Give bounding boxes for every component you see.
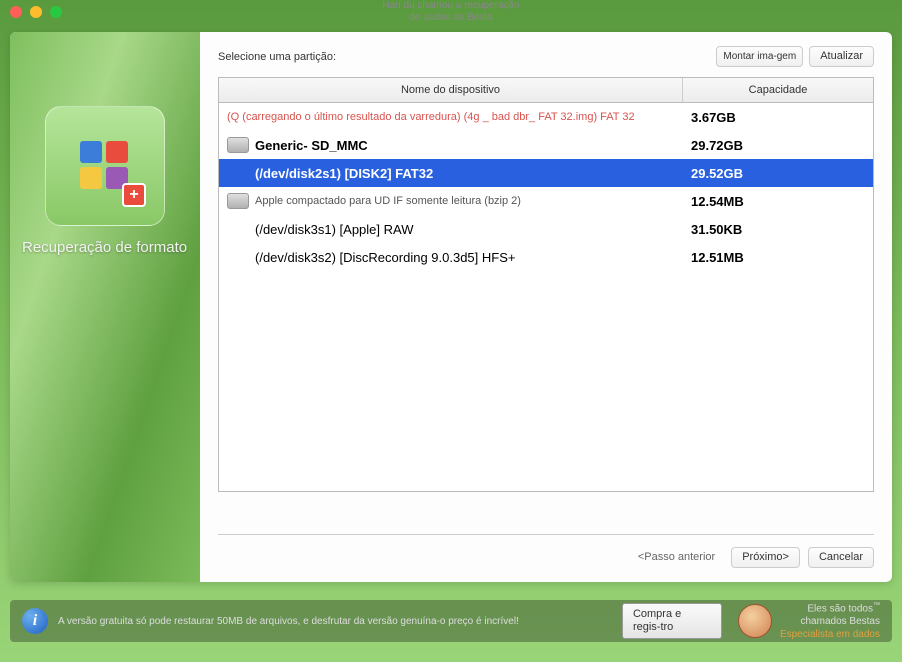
sidebar-title: Recuperação de formato <box>22 238 188 258</box>
table-header: Nome do dispositivo Capacidade <box>219 78 873 103</box>
col-device-name[interactable]: Nome do dispositivo <box>219 78 683 102</box>
disk-icon <box>227 137 249 153</box>
next-button[interactable]: Próximo> <box>731 547 800 568</box>
footer-message: A versão gratuita só pode restaurar 50MB… <box>58 616 622 627</box>
table-body: (Q (carregando o último resultado da var… <box>219 103 873 491</box>
window-title: Han du chamou a recuperação de dados da … <box>382 0 519 24</box>
brand-text: Eles são todos™ chamados Bestas Especial… <box>780 601 880 641</box>
footer-bar: i A versão gratuita só pode restaurar 50… <box>10 600 892 642</box>
mascot-icon <box>738 604 772 638</box>
table-row[interactable]: (/dev/disk3s1) [Apple] RAW 31.50KB <box>219 215 873 243</box>
maximize-icon[interactable] <box>50 6 62 18</box>
wizard-buttons: <Passo anterior Próximo> Cancelar <box>218 547 874 568</box>
table-row[interactable]: Apple compactado para UD IF somente leit… <box>219 187 873 215</box>
main-panel: + Recuperação de formato Selecione uma p… <box>10 32 892 582</box>
buy-register-button[interactable]: Compra e regis-tro <box>622 603 722 639</box>
disk-icon <box>227 193 249 209</box>
refresh-button[interactable]: Atualizar <box>809 46 874 67</box>
divider <box>218 534 874 535</box>
cancel-button[interactable]: Cancelar <box>808 547 874 568</box>
content-area: Selecione uma partição: Montar ima-gem A… <box>200 32 892 582</box>
col-capacity[interactable]: Capacidade <box>683 78 873 102</box>
minimize-icon[interactable] <box>30 6 42 18</box>
info-icon: i <box>22 608 48 634</box>
app-logo-tile: + <box>45 106 165 226</box>
table-row[interactable]: (/dev/disk3s2) [DiscRecording 9.0.3d5] H… <box>219 243 873 271</box>
app-logo-icon: + <box>70 131 140 201</box>
table-row[interactable]: (Q (carregando o último resultado da var… <box>219 103 873 131</box>
previous-step-button[interactable]: <Passo anterior <box>630 547 723 567</box>
mount-image-button[interactable]: Montar ima-gem <box>716 46 803 67</box>
table-row-selected[interactable]: (/dev/disk2s1) [DISK2] FAT32 29.52GB <box>219 159 873 187</box>
table-row[interactable]: Generic- SD_MMC 29.72GB <box>219 131 873 159</box>
plus-badge-icon: + <box>122 183 146 207</box>
window-controls <box>10 6 62 18</box>
sidebar: + Recuperação de formato <box>10 32 200 582</box>
titlebar: Han du chamou a recuperação de dados da … <box>0 0 902 24</box>
select-partition-label: Selecione uma partição: <box>218 51 336 63</box>
partition-table: Nome do dispositivo Capacidade (Q (carre… <box>218 77 874 492</box>
close-icon[interactable] <box>10 6 22 18</box>
